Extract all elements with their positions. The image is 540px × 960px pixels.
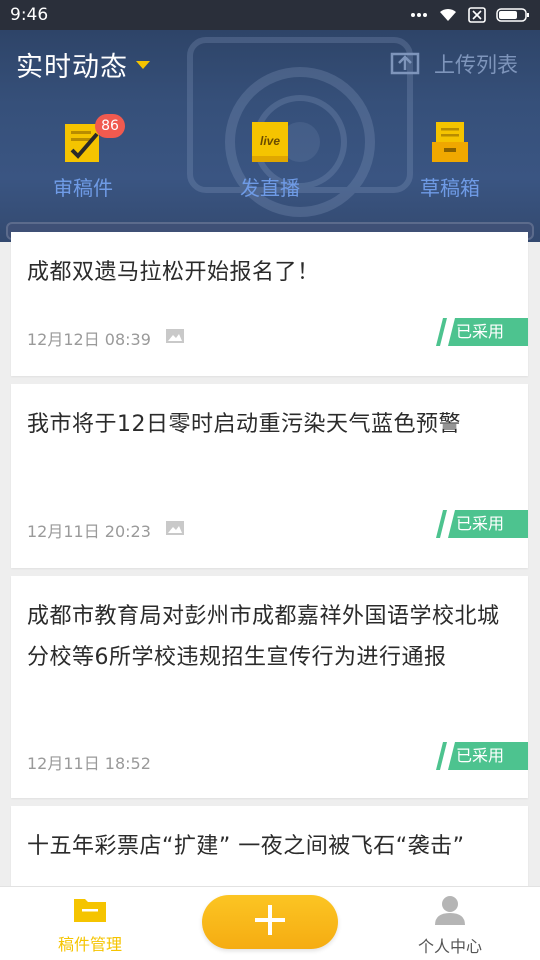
wifi-icon bbox=[438, 7, 458, 23]
article-title: 成都市教育局对彭州市成都嘉祥外国语学校北城分校等6所学校违规招生宣传行为进行通报 bbox=[27, 604, 500, 670]
folder-icon bbox=[73, 895, 107, 927]
status-tag: 已采用 bbox=[428, 510, 528, 538]
more-dots-icon bbox=[410, 12, 428, 18]
upload-list-label: 上传列表 bbox=[434, 53, 518, 77]
article-list[interactable]: 成都双遗马拉松开始报名了！ 12月12日 08:39 已采用 我市将于12日零时… bbox=[0, 232, 540, 886]
feed-selector[interactable]: 实时动态 bbox=[16, 45, 150, 84]
add-button[interactable] bbox=[202, 895, 338, 949]
article-time: 12月11日 20:23 bbox=[27, 522, 151, 541]
shortcut-drafts[interactable]: 草稿箱 bbox=[390, 120, 510, 230]
article-card[interactable]: 十五年彩票店“扩建” 一夜之间被飞石“袭击” bbox=[11, 806, 528, 886]
nav-profile-label: 个人中心 bbox=[417, 937, 482, 956]
shortcut-label: 审稿件 bbox=[53, 176, 113, 200]
nav-manuscripts-label: 稿件管理 bbox=[57, 935, 122, 954]
article-card[interactable]: 我市将于12日零时启动重污染天气蓝色预警 12月11日 20:23 已采用 bbox=[11, 384, 528, 568]
status-label: 已采用 bbox=[456, 746, 505, 765]
plus-icon bbox=[252, 902, 288, 942]
article-meta: 12月11日 20:23 bbox=[27, 518, 185, 542]
article-card[interactable]: 成都双遗马拉松开始报名了！ 12月12日 08:39 已采用 bbox=[11, 232, 528, 376]
article-title: 成都双遗马拉松开始报名了！ bbox=[27, 260, 320, 285]
upload-icon bbox=[390, 49, 420, 80]
review-count-badge: 86 bbox=[95, 114, 125, 138]
shortcut-label: 草稿箱 bbox=[420, 176, 480, 200]
status-tag: 已采用 bbox=[428, 742, 528, 770]
live-icon: live bbox=[250, 120, 290, 164]
article-time: 12月12日 08:39 bbox=[27, 330, 151, 349]
article-meta: 12月12日 08:39 bbox=[27, 326, 185, 350]
upload-list-button[interactable]: 上传列表 bbox=[390, 49, 518, 80]
status-bar: 9:46 bbox=[0, 0, 540, 30]
feed-title: 实时动态 bbox=[16, 51, 128, 83]
shortcut-label: 发直播 bbox=[240, 176, 300, 200]
shortcut-live[interactable]: live 发直播 bbox=[210, 120, 330, 230]
article-card[interactable]: 成都市教育局对彭州市成都嘉祥外国语学校北城分校等6所学校违规招生宣传行为进行通报… bbox=[11, 576, 528, 798]
no-sim-icon bbox=[468, 7, 486, 23]
image-attached-icon bbox=[165, 520, 185, 540]
drafts-box-icon bbox=[430, 120, 470, 164]
live-icon-text: live bbox=[260, 134, 280, 148]
article-time: 12月11日 18:52 bbox=[27, 754, 151, 773]
image-attached-icon bbox=[165, 328, 185, 348]
battery-icon bbox=[496, 7, 530, 23]
status-label: 已采用 bbox=[456, 322, 505, 341]
review-doc-icon: 86 bbox=[63, 114, 125, 164]
article-title: 我市将于12日零时启动重污染天气蓝色预警 bbox=[27, 412, 461, 437]
bottom-nav: 稿件管理 个人中心 bbox=[0, 886, 540, 960]
status-tag: 已采用 bbox=[428, 318, 528, 346]
article-title: 十五年彩票店“扩建” 一夜之间被飞石“袭击” bbox=[27, 834, 465, 859]
status-icons bbox=[410, 7, 530, 23]
person-icon bbox=[433, 895, 467, 929]
nav-manuscripts[interactable]: 稿件管理 bbox=[20, 887, 160, 960]
status-label: 已采用 bbox=[456, 514, 505, 533]
nav-profile[interactable]: 个人中心 bbox=[380, 887, 520, 960]
article-meta: 12月11日 18:52 bbox=[27, 750, 151, 774]
shortcut-review[interactable]: 86 审稿件 bbox=[23, 114, 143, 230]
caret-down-icon bbox=[136, 61, 150, 69]
status-time: 9:46 bbox=[10, 5, 49, 25]
shortcut-bar: 86 审稿件 live 发直播 草稿箱 bbox=[0, 114, 540, 230]
header: 实时动态 上传列表 86 审稿件 live 发直播 草稿箱 bbox=[0, 30, 540, 242]
